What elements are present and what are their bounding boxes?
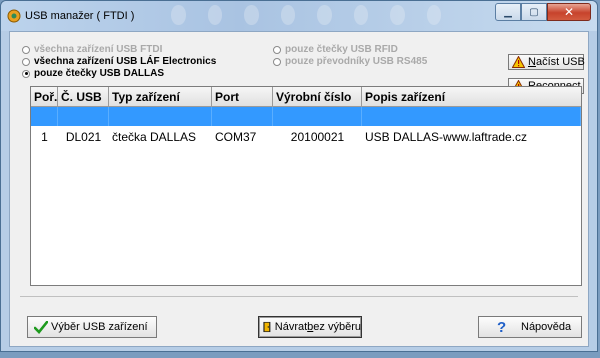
- radio-rfid-only[interactable]: pouze čtečky USB RFID: [273, 44, 427, 55]
- radio-button-icon: [22, 57, 30, 66]
- minimize-button[interactable]: ▁: [495, 3, 521, 21]
- table-row-selected-empty[interactable]: [31, 107, 581, 126]
- table-cell: [212, 107, 273, 126]
- column-header-device-type[interactable]: Typ zařízení: [109, 87, 212, 107]
- filter-group-left: všechna zařízení USB FTDI všechna zaříze…: [22, 44, 216, 80]
- back-label-start: Návrat: [274, 321, 308, 333]
- table-cell-port: COM37: [215, 130, 257, 144]
- radio-label: pouze čtečky USB DALLAS: [34, 68, 165, 79]
- table-cell-serial-number: 20100021: [290, 130, 345, 144]
- help-question-icon: ?: [497, 318, 507, 336]
- maximize-button[interactable]: ▢: [521, 3, 547, 21]
- radio-label: všechna zařízení USB FTDI: [34, 44, 163, 55]
- load-usb-mnemonic: N: [528, 56, 536, 68]
- select-usb-label: Výběr USB zařízení: [51, 321, 148, 333]
- radio-label: všechna zařízení USB LÁF Electronics: [34, 56, 217, 67]
- table-cell-description: USB DALLAS-www.laftrade.cz: [365, 130, 528, 144]
- table-cell: [109, 107, 212, 126]
- radio-all-laf[interactable]: všechna zařízení USB LÁF Electronics: [22, 56, 216, 67]
- select-usb-button[interactable]: Výběr USB zařízení: [27, 316, 157, 338]
- column-header-order[interactable]: Poř.: [31, 87, 58, 107]
- load-usb-label: ačíst USB: [535, 56, 585, 68]
- window-title: USB manažer ( FTDI ): [25, 10, 135, 22]
- client-area: všechna zařízení USB FTDI všechna zaříze…: [9, 31, 589, 347]
- close-icon: ✕: [563, 5, 575, 19]
- table-cell: [362, 107, 581, 126]
- filter-group-right: pouze čtečky USB RFID pouze převodníky U…: [273, 44, 427, 68]
- column-header-port[interactable]: Port: [212, 87, 273, 107]
- device-table[interactable]: Poř. Č. USB Typ zařízení Port Výrobní čí…: [30, 86, 582, 286]
- radio-button-icon: [273, 45, 281, 54]
- bottom-divider: [20, 296, 578, 297]
- column-header-serial-number[interactable]: Výrobní číslo: [273, 87, 362, 107]
- column-header-description[interactable]: Popis zařízení: [362, 87, 581, 107]
- window-controls: ▁ ▢ ✕: [495, 3, 591, 21]
- help-label: Nápověda: [521, 321, 572, 333]
- app-icon: [7, 9, 21, 23]
- radio-label: pouze převodníky USB RS485: [285, 56, 428, 67]
- radio-button-icon: [22, 45, 30, 54]
- table-cell: [58, 107, 109, 126]
- radio-rs485-only[interactable]: pouze převodníky USB RS485: [273, 56, 427, 67]
- table-header: Poř. Č. USB Typ zařízení Port Výrobní čí…: [31, 87, 581, 107]
- column-header-usb-number[interactable]: Č. USB: [58, 87, 109, 107]
- back-label-end: ez výběru: [313, 321, 361, 333]
- table-cell-order: 1: [41, 130, 48, 144]
- title-bar-background: [171, 5, 441, 27]
- help-button[interactable]: ? Nápověda: [478, 316, 582, 338]
- close-button[interactable]: ✕: [547, 3, 591, 21]
- main-window: USB manažer ( FTDI ) ▁ ▢ ✕ všechna zaříz…: [0, 0, 598, 352]
- table-row[interactable]: 1 DL021 čtečka DALLAS COM37 20100021 USB…: [31, 127, 581, 147]
- radio-button-icon: [273, 57, 281, 66]
- back-without-selection-button[interactable]: Návrat b ez výběru: [258, 316, 362, 338]
- title-bar[interactable]: USB manažer ( FTDI ) ▁ ▢ ✕: [1, 1, 597, 31]
- radio-dallas-only[interactable]: pouze čtečky USB DALLAS: [22, 68, 216, 79]
- warning-icon: [512, 56, 525, 68]
- table-cell: [273, 107, 362, 126]
- table-cell-device-type: čtečka DALLAS: [112, 130, 197, 144]
- maximize-icon: ▢: [529, 6, 539, 18]
- checkmark-icon: [34, 320, 48, 334]
- exit-door-icon: [263, 321, 271, 333]
- radio-all-ftdi[interactable]: všechna zařízení USB FTDI: [22, 44, 216, 55]
- radio-button-selected-icon: [22, 69, 30, 78]
- radio-label: pouze čtečky USB RFID: [285, 44, 398, 55]
- table-cell-usb-number: DL021: [65, 130, 102, 144]
- minimize-icon: ▁: [504, 6, 512, 18]
- table-cell: [31, 107, 58, 126]
- load-usb-button[interactable]: Načíst USB: [508, 54, 585, 70]
